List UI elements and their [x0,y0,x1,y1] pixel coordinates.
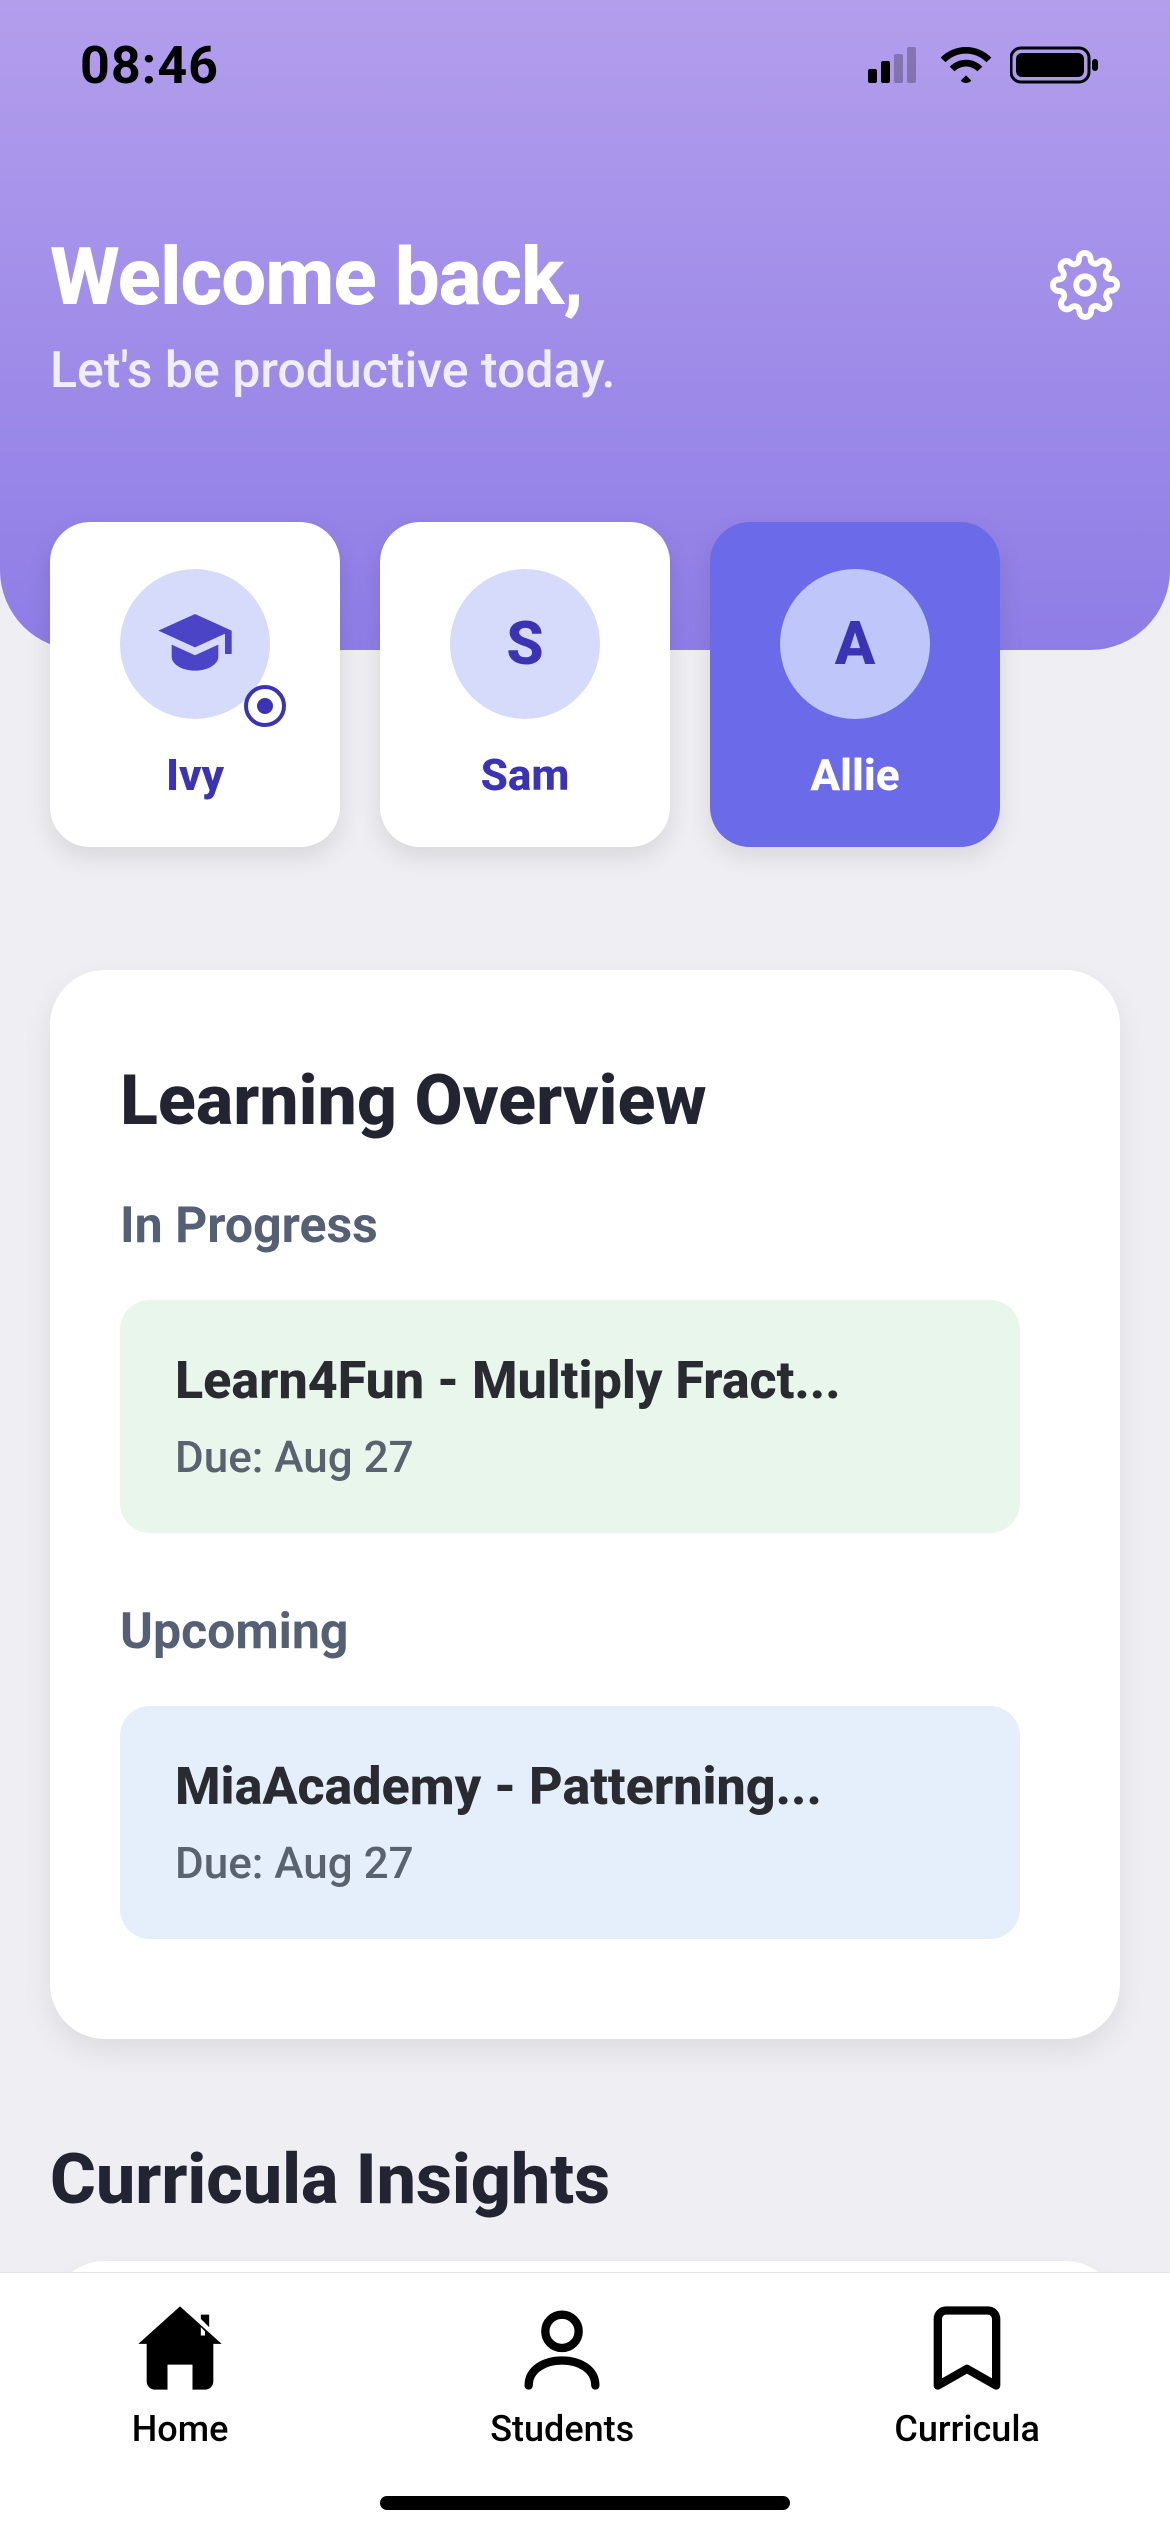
student-chip-label: Allie [810,749,899,801]
in-progress-row[interactable]: Learn4Fun - Multiply Fract... Due: Aug 2… [120,1300,1050,1533]
bookmark-icon [917,2298,1017,2398]
wifi-icon [940,46,992,84]
tab-bar: Home Students Curricula [0,2272,1170,2532]
student-chip-label: Ivy [166,749,224,801]
tab-home[interactable]: Home [130,2298,230,2450]
welcome-subtitle: Let's be productive today. [50,342,615,400]
tab-curricula[interactable]: Curricula [894,2298,1040,2450]
graduation-cap-icon [155,604,235,684]
avatar: S [450,569,600,719]
status-time: 08:46 [80,35,219,96]
settings-button[interactable] [1050,250,1120,320]
assignment-due: Due: Aug 27 [175,1837,965,1889]
in-progress-label: In Progress [120,1197,1050,1255]
overview-title: Learning Overview [120,1060,1050,1142]
avatar [120,569,270,719]
person-icon [512,2298,612,2398]
tab-label: Curricula [894,2408,1040,2450]
assignment-card[interactable]: MiaAcademy - Patterning... Due: Aug 27 [120,1706,1020,1939]
student-chip-ivy[interactable]: Ivy [50,522,340,847]
tab-label: Home [132,2408,229,2450]
avatar: A [780,569,930,719]
status-bar: 08:46 [0,0,1170,130]
assignment-due: Due: Aug 27 [175,1431,965,1483]
insight-card[interactable]: Learn4Fun [50,2261,1120,2272]
home-indicator [380,2496,790,2510]
cellular-icon [868,47,922,83]
student-chip-allie[interactable]: A Allie [710,522,1000,847]
upcoming-label: Upcoming [120,1603,1050,1661]
welcome-title: Welcome back, [50,230,615,324]
student-chip-row: Ivy S Sam A Allie [50,522,1000,847]
assignment-title: MiaAcademy - Patterning... [175,1756,965,1817]
student-chip-sam[interactable]: S Sam [380,522,670,847]
assignment-card[interactable]: Learn4Fun - Multiply Fract... Due: Aug 2… [120,1300,1020,1533]
gear-icon [1050,250,1120,320]
upcoming-row[interactable]: MiaAcademy - Patterning... Due: Aug 27 L… [120,1706,1050,1939]
home-icon [130,2298,230,2398]
avatar-badge-icon [244,685,286,727]
insights-title: Curricula Insights [50,2139,1170,2221]
tab-students[interactable]: Students [490,2298,634,2450]
main-scroll[interactable]: Learning Overview In Progress Learn4Fun … [0,650,1170,2272]
learning-overview-card: Learning Overview In Progress Learn4Fun … [50,970,1120,2039]
tab-label: Students [490,2408,634,2450]
battery-icon [1010,45,1100,85]
assignment-title: Learn4Fun - Multiply Fract... [175,1350,965,1411]
student-chip-label: Sam [481,749,570,801]
